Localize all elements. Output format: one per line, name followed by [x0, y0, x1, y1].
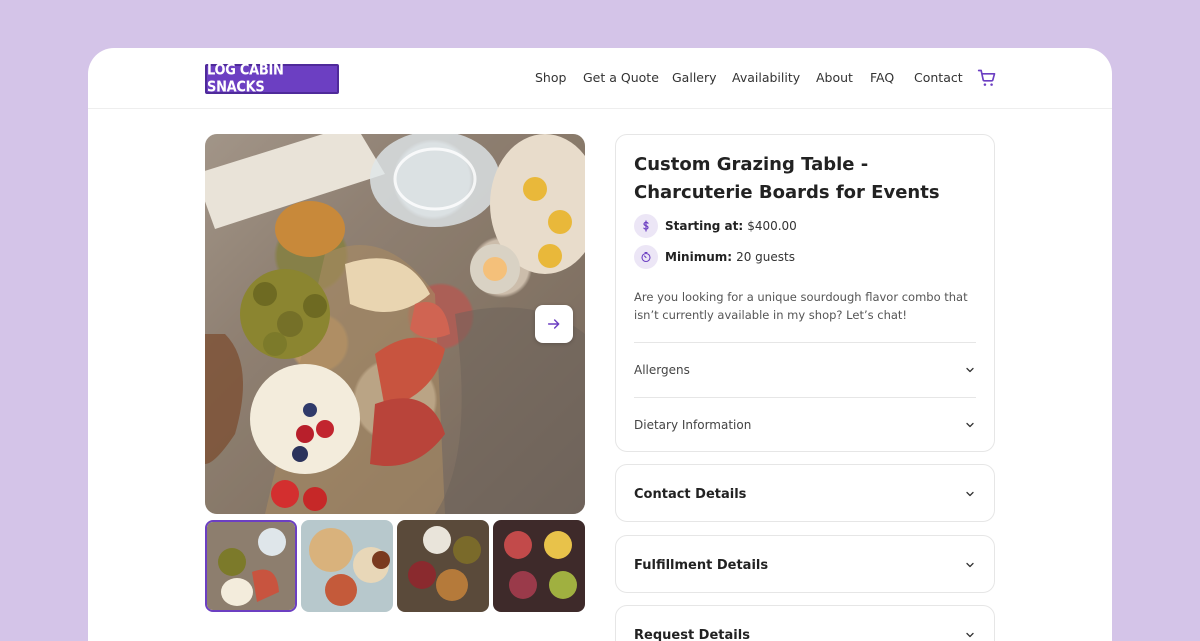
thumbnail-3-image [397, 520, 489, 612]
thumbnail-1[interactable] [205, 520, 297, 612]
logo-text: LOG CABIN SNACKS [207, 61, 284, 97]
cart-icon[interactable] [977, 68, 997, 88]
nav-contact[interactable]: Contact [914, 70, 963, 85]
chevron-down-icon [966, 491, 974, 497]
top-navigation: LOG CABIN SNACKS Shop Get a Quote Galler… [88, 48, 1112, 109]
accordion-dietary-information[interactable]: Dietary Information [634, 415, 976, 435]
starting-label: Starting at: [665, 219, 744, 233]
accordion-allergens[interactable]: Allergens [634, 360, 976, 380]
chevron-down-icon [966, 422, 974, 428]
charcuterie-photo [205, 134, 585, 514]
minimum-value: 20 guests [736, 250, 795, 264]
contact-details-label: Contact Details [634, 486, 747, 502]
arrow-right-icon [547, 319, 560, 329]
nav-about[interactable]: About [816, 70, 853, 85]
app-window: LOG CABIN SNACKS Shop Get a Quote Galler… [88, 48, 1112, 641]
thumbnail-4[interactable] [493, 520, 585, 612]
contact-details-section[interactable]: Contact Details [615, 464, 995, 522]
product-title: Custom Grazing Table - Charcuterie Board… [634, 154, 940, 203]
nav-faq[interactable]: FAQ [870, 70, 894, 85]
thumbnail-strip [205, 520, 585, 612]
product-details-card: Custom Grazing Table - Charcuterie Board… [615, 134, 995, 452]
nav-availability[interactable]: Availability [732, 70, 800, 85]
fulfillment-details-section[interactable]: Fulfillment Details [615, 535, 995, 593]
contact-details-header[interactable]: Contact Details [634, 484, 976, 504]
nav-gallery[interactable]: Gallery [672, 70, 717, 85]
nav-shop[interactable]: Shop [535, 70, 566, 85]
thumbnail-2-image [301, 520, 393, 612]
thumbnail-4-image [493, 520, 585, 612]
divider [634, 342, 976, 343]
next-image-button[interactable] [535, 305, 573, 343]
minimum-label: Minimum: [665, 250, 733, 264]
chevron-down-icon [966, 367, 974, 373]
starting-value: $400.00 [747, 219, 797, 233]
request-details-label: Request Details [634, 627, 750, 641]
dollar-icon [634, 214, 658, 238]
fulfillment-details-header[interactable]: Fulfillment Details [634, 555, 976, 575]
minimum-guests-row: Minimum: 20 guests [634, 245, 795, 269]
thumbnail-3[interactable] [397, 520, 489, 612]
request-details-section[interactable]: Request Details [615, 605, 995, 641]
logo[interactable]: LOG CABIN SNACKS [205, 61, 339, 97]
timer-icon [634, 245, 658, 269]
fulfillment-details-label: Fulfillment Details [634, 557, 769, 573]
thumbnail-2[interactable] [301, 520, 393, 612]
product-main-image [205, 134, 585, 514]
chevron-down-icon [966, 562, 974, 568]
divider [634, 397, 976, 398]
product-description: Are you looking for a unique sourdough f… [634, 290, 968, 322]
starting-price-row: Starting at: $400.00 [634, 214, 797, 238]
request-details-header[interactable]: Request Details [634, 625, 976, 641]
accordion-dietary-label: Dietary Information [634, 418, 752, 432]
nav-get-a-quote[interactable]: Get a Quote [583, 70, 659, 85]
thumbnail-1-image [207, 522, 295, 610]
chevron-down-icon [966, 632, 974, 638]
accordion-allergens-label: Allergens [634, 363, 690, 377]
